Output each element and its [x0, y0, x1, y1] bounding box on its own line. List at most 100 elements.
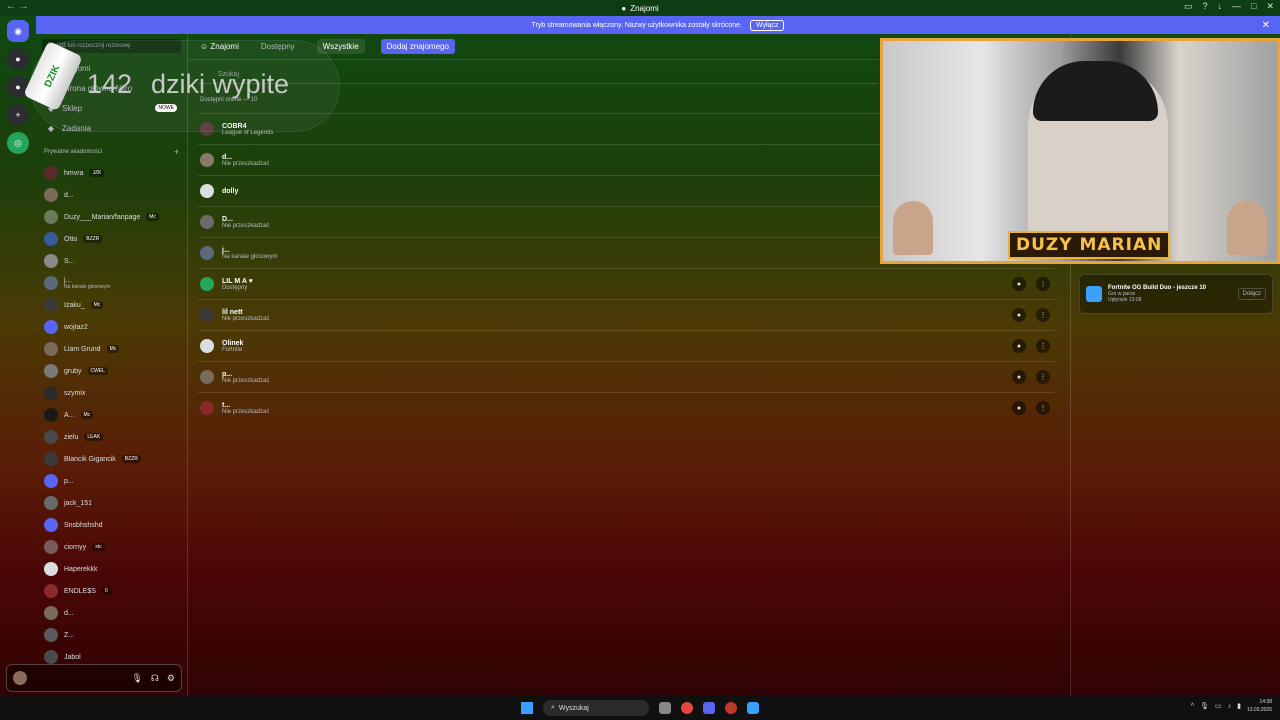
dm-item[interactable]: Ottо BZZR	[36, 228, 187, 250]
dm-name: Blancik Gigancik	[64, 455, 116, 463]
guild-tag: BZZR	[83, 235, 103, 243]
dm-item[interactable]: Haperekkk	[36, 558, 187, 580]
dm-name: A...	[64, 411, 75, 419]
create-dm-icon[interactable]: +	[174, 147, 179, 157]
dm-item[interactable]: Blancik Gigancik BZZR	[36, 448, 187, 470]
guild-tag: Mc	[80, 411, 94, 419]
dm-name: Liam Grund	[64, 345, 101, 353]
back-arrow-icon[interactable]: ← →	[6, 1, 29, 12]
dm-name: zielu	[64, 433, 79, 441]
task-view-icon[interactable]	[659, 702, 671, 714]
dm-item[interactable]: zielu LEAK	[36, 426, 187, 448]
join-button[interactable]: Dołącz	[1237, 288, 1266, 300]
download-icon[interactable]: ↓	[1218, 1, 1223, 12]
headphones-icon[interactable]: ☊	[151, 673, 159, 684]
message-icon[interactable]: ●	[1012, 370, 1026, 384]
help-icon[interactable]: ?	[1203, 1, 1208, 12]
inbox-icon[interactable]: ▭	[1184, 1, 1193, 12]
friend-status: Nie przeszkadzać	[222, 408, 270, 415]
dm-item[interactable]: Liam Grund Mc	[36, 338, 187, 360]
user-avatar[interactable]	[13, 671, 27, 685]
dm-name: j...	[64, 276, 72, 284]
chevron-up-icon[interactable]: ^	[1191, 703, 1194, 710]
app-icon[interactable]	[725, 702, 737, 714]
dm-item[interactable]: p...	[36, 470, 187, 492]
close-window-button[interactable]: ✕	[1266, 1, 1274, 12]
avatar	[44, 584, 58, 598]
dm-item[interactable]: S...	[36, 250, 187, 272]
friend-row[interactable]: t... Nie przeszkadzać ● ⋮	[198, 392, 1054, 423]
chrome-icon[interactable]	[681, 702, 693, 714]
more-options-icon[interactable]: ⋮	[1036, 277, 1050, 291]
close-banner-icon[interactable]: ✕	[1262, 20, 1270, 31]
avatar	[200, 215, 214, 229]
discord-taskbar-icon[interactable]	[703, 702, 715, 714]
taskbar: ⌕ Wyszukaj ^ 🎙 ▭ ♪ ▮ 14:38 13.03.2026	[0, 696, 1280, 720]
network-icon[interactable]: ▭	[1215, 702, 1222, 710]
dm-name: ciornyy	[64, 543, 87, 551]
avatar	[44, 452, 58, 466]
disable-streamer-mode-button[interactable]: Wyłącz	[749, 19, 785, 31]
more-options-icon[interactable]: ⋮	[1036, 308, 1050, 322]
windows-start-icon[interactable]	[521, 702, 533, 714]
dm-item[interactable]: d...	[36, 602, 187, 624]
banner-text: Tryb streamowania włączony. Nazwy użytko…	[531, 21, 742, 29]
battery-icon[interactable]: ▮	[1237, 702, 1241, 710]
more-options-icon[interactable]: ⋮	[1036, 370, 1050, 384]
message-icon[interactable]: ●	[1012, 277, 1026, 291]
volume-icon[interactable]: ♪	[1228, 703, 1232, 710]
server-icon[interactable]: ●	[7, 48, 29, 70]
message-icon[interactable]: ●	[1012, 308, 1026, 322]
home-button[interactable]: ◉	[7, 20, 29, 42]
search-icon: ⌕	[551, 704, 555, 711]
message-icon[interactable]: ●	[1012, 339, 1026, 353]
microphone-icon[interactable]: 🎙	[131, 673, 142, 684]
guild-tag: BZZR	[121, 455, 141, 463]
dm-name: S...	[64, 257, 75, 265]
taskbar-search[interactable]: ⌕ Wyszukaj	[543, 700, 649, 716]
dm-item[interactable]: jack_151	[36, 492, 187, 514]
add-server-icon[interactable]: +	[7, 104, 29, 126]
settings-gear-icon[interactable]: ⚙	[167, 673, 175, 684]
guild-tag: xtc	[92, 543, 105, 551]
more-options-icon[interactable]: ⋮	[1036, 401, 1050, 415]
dm-item[interactable]: gruby CWEL	[36, 360, 187, 382]
dm-item[interactable]: ENDLE$S 0	[36, 580, 187, 602]
explore-icon[interactable]: ◎	[7, 132, 29, 154]
friend-row[interactable]: p... Nie przeszkadzać ● ⋮	[198, 361, 1054, 392]
dm-item[interactable]: Z...	[36, 624, 187, 646]
friend-row[interactable]: LIL M A ♥ Dostępny ● ⋮	[198, 268, 1054, 299]
dm-header: Prywatne wiadomości +	[44, 147, 179, 157]
add-friend-button[interactable]: Dodaj znajomego	[380, 39, 455, 54]
dm-item[interactable]: j... Na kanale głosowym	[36, 272, 187, 294]
friend-name: lil nett	[222, 308, 243, 316]
avatar	[200, 246, 214, 260]
dm-item[interactable]: Izaku_ Mc	[36, 294, 187, 316]
more-options-icon[interactable]: ⋮	[1036, 339, 1050, 353]
avatar	[44, 298, 58, 312]
friend-row[interactable]: Olinek Fortnite ● ⋮	[198, 330, 1054, 361]
dm-item[interactable]: hmvra JZK	[36, 162, 187, 184]
mic-tray-icon[interactable]: 🎙	[1200, 702, 1209, 710]
friend-row[interactable]: lil nett Nie przeszkadzać ● ⋮	[198, 299, 1054, 330]
webcam-overlay: DUZY MARIAN	[880, 38, 1280, 264]
user-panel: 🎙 ☊ ⚙	[6, 664, 182, 692]
minimize-button[interactable]: —	[1232, 1, 1241, 12]
telegram-icon[interactable]	[747, 702, 759, 714]
friend-status: Nie przeszkadzać	[222, 377, 270, 384]
dm-item[interactable]: ciornyy xtc	[36, 536, 187, 558]
maximize-button[interactable]: □	[1251, 1, 1256, 12]
message-icon[interactable]: ●	[1012, 401, 1026, 415]
dm-item[interactable]: Snsbhshshd	[36, 514, 187, 536]
window-title: ● Znajomi	[621, 3, 659, 13]
dm-item[interactable]: szymix	[36, 382, 187, 404]
dm-item[interactable]: A... Mc	[36, 404, 187, 426]
avatar	[44, 364, 58, 378]
activity-card[interactable]: Fortnite OG Build Duo - jeszcze 10 Gra w…	[1079, 274, 1273, 314]
window-titlebar: ← → ● Znajomi ▭ ? ↓ — □ ✕	[0, 0, 1280, 16]
dm-item[interactable]: wojtaz2	[36, 316, 187, 338]
dm-item[interactable]: d...	[36, 184, 187, 206]
drink-count: 142	[87, 69, 133, 99]
clock[interactable]: 14:38 13.03.2026	[1247, 698, 1272, 714]
dm-item[interactable]: Duzy___Marian/fanpage Mc	[36, 206, 187, 228]
